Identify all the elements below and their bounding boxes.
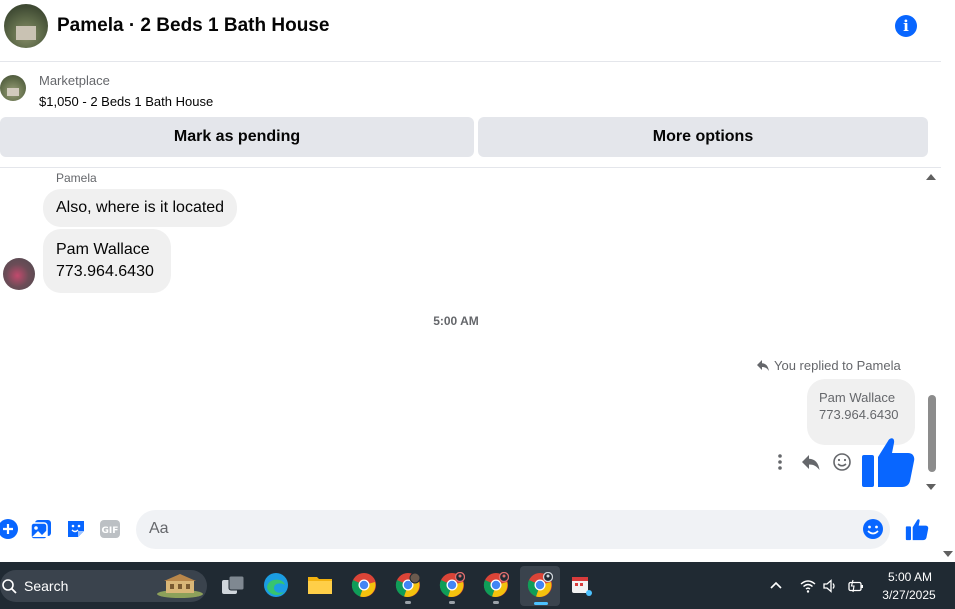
chrome-profile-icon[interactable] — [439, 572, 465, 598]
message-text: Pam Wallace — [56, 241, 150, 258]
more-actions-icon[interactable] — [770, 452, 790, 472]
photo-icon[interactable] — [30, 518, 52, 540]
info-icon[interactable]: i — [895, 15, 917, 37]
file-explorer-icon[interactable] — [307, 572, 333, 598]
chrome-profile-icon[interactable] — [395, 572, 421, 598]
battery-icon[interactable] — [848, 578, 864, 594]
page-scroll-down-arrow[interactable] — [943, 549, 953, 559]
divider — [0, 167, 941, 168]
running-indicator — [493, 601, 499, 604]
message-bubble[interactable]: Also, where is it located — [43, 189, 238, 227]
scroll-down-arrow[interactable] — [925, 481, 937, 493]
taskbar-search-label: Search — [24, 578, 69, 594]
task-view-icon[interactable] — [220, 572, 246, 598]
message-text: Also, where is it located — [56, 199, 225, 216]
sender-name: Pamela — [56, 171, 97, 185]
plus-icon[interactable] — [0, 518, 19, 540]
reply-icon[interactable] — [801, 452, 821, 472]
chrome-profile-icon[interactable] — [527, 572, 553, 598]
svg-text:GIF: GIF — [102, 526, 119, 536]
contact-avatar[interactable] — [4, 4, 48, 48]
react-icon[interactable] — [832, 452, 852, 472]
active-indicator — [534, 602, 548, 605]
gif-icon[interactable]: GIF — [99, 518, 121, 540]
conversation-title[interactable]: Pamela · 2 Beds 1 Bath House — [57, 15, 329, 37]
search-icon — [2, 579, 17, 594]
edge-icon[interactable] — [263, 572, 289, 598]
reply-icon — [757, 360, 769, 371]
more-options-button[interactable]: More options — [478, 117, 928, 157]
message-input[interactable] — [136, 510, 890, 549]
wifi-icon[interactable] — [800, 578, 816, 594]
thumbs-up-icon — [862, 438, 915, 487]
clock-date[interactable]: 3/27/2025 — [876, 588, 942, 602]
running-indicator — [405, 601, 411, 604]
scroll-up-arrow[interactable] — [925, 171, 937, 183]
reply-quote-text: Pam Wallace — [819, 390, 896, 405]
time-separator: 5:00 AM — [433, 314, 479, 328]
listing-title[interactable]: $1,050 - 2 Beds 1 Bath House — [39, 94, 213, 109]
clock-time[interactable]: 5:00 AM — [880, 570, 940, 584]
chevron-up-icon[interactable] — [768, 578, 784, 594]
chrome-profile-icon[interactable] — [483, 572, 509, 598]
listing-thumbnail[interactable] — [0, 75, 26, 101]
search-highlight-icon — [157, 574, 203, 598]
emoji-icon[interactable] — [862, 518, 884, 540]
chrome-icon[interactable] — [351, 572, 377, 598]
thumbs-up-icon[interactable] — [905, 517, 929, 541]
sticker-icon[interactable] — [65, 518, 87, 540]
sender-avatar[interactable] — [3, 258, 35, 290]
message-bubble[interactable]: Pam Wallace 773.964.6430 — [43, 229, 171, 293]
volume-icon[interactable] — [822, 578, 838, 594]
reply-quote-text: 773.964.6430 — [819, 407, 899, 422]
reply-notice-text: You replied to Pamela — [774, 358, 901, 373]
mark-as-pending-button[interactable]: Mark as pending — [0, 117, 474, 157]
marketplace-label: Marketplace — [39, 73, 110, 88]
scrollbar-thumb[interactable] — [928, 395, 936, 472]
snipping-tool-icon[interactable] — [569, 572, 595, 598]
message-input-placeholder: Aa — [149, 520, 169, 537]
reply-notice: You replied to Pamela — [756, 358, 901, 373]
message-text: 773.964.6430 — [56, 263, 154, 280]
running-indicator — [449, 601, 455, 604]
